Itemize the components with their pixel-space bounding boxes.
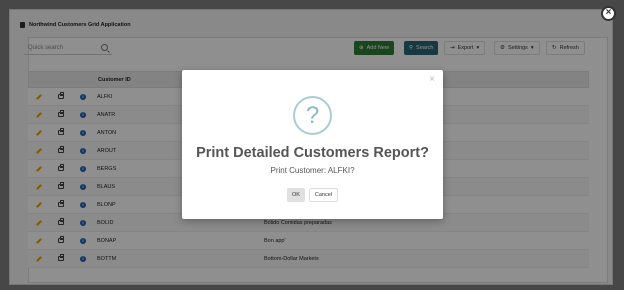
close-icon[interactable]: × bbox=[601, 6, 616, 21]
dialog-actions: OK Cancel bbox=[182, 188, 443, 202]
ok-button[interactable]: OK bbox=[286, 188, 305, 202]
dialog-message: Print Customer: ALFKI? bbox=[270, 166, 355, 175]
cancel-button[interactable]: Cancel bbox=[308, 188, 339, 202]
question-icon: ? bbox=[293, 96, 332, 135]
dialog-close-icon[interactable]: × bbox=[429, 74, 435, 85]
print-dialog: × ? Print Detailed Customers Report? Pri… bbox=[182, 70, 443, 219]
dialog-title: Print Detailed Customers Report? bbox=[196, 145, 429, 161]
